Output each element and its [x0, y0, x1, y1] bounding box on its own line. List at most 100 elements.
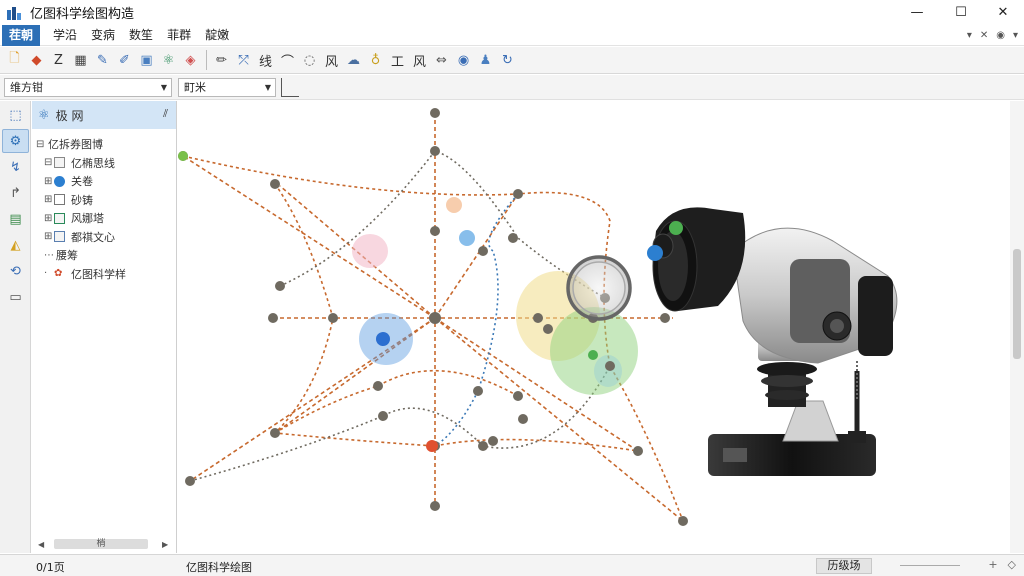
drawing-canvas[interactable]: [178, 101, 1024, 553]
font-family-select[interactable]: 维方钳 ▼: [4, 78, 172, 97]
pin-icon[interactable]: ⫽: [163, 107, 168, 121]
format-bar: 维方钳 ▼ 町米 ▼: [0, 75, 1024, 100]
close-button[interactable]: ✕: [982, 0, 1024, 25]
figure-icon[interactable]: ♟: [475, 50, 496, 71]
node-dot: [430, 146, 440, 156]
minimize-button[interactable]: —: [896, 0, 938, 25]
line-icon[interactable]: 线: [255, 50, 276, 71]
menu-item-2[interactable]: 学沿: [46, 25, 84, 46]
select-icon[interactable]: ⬚: [2, 103, 29, 127]
tree-item[interactable]: ⊞ 都祺文心: [32, 228, 176, 247]
frame-icon[interactable]: ▭: [2, 285, 29, 309]
expander-icon[interactable]: ⊞: [44, 231, 54, 242]
grid-icon[interactable]: ▦: [70, 50, 91, 71]
page-indicator: 0/1页: [36, 561, 65, 574]
mdi-dropdown-icon[interactable]: ▾: [967, 30, 972, 41]
node-dot: [426, 440, 438, 452]
connection-line: [434, 193, 519, 319]
node-dot: [268, 313, 278, 323]
shape-icon[interactable]: ◆: [26, 50, 47, 71]
expander-icon[interactable]: ·: [44, 268, 54, 279]
brush-icon[interactable]: ✏: [211, 50, 232, 71]
tree-item[interactable]: · ✿ 亿图科学样: [32, 265, 176, 284]
node-dot: [508, 233, 518, 243]
node-dot: [533, 313, 543, 323]
color-blob: [459, 230, 475, 246]
color-blob: [352, 234, 388, 268]
mdi-help-icon[interactable]: ◉: [996, 30, 1005, 41]
expander-icon[interactable]: ⊟: [44, 157, 54, 168]
edit-icon[interactable]: ✐: [114, 50, 135, 71]
wind-icon[interactable]: 风: [321, 50, 342, 71]
scroll-thumb[interactable]: 梢: [54, 539, 148, 549]
chevron-down-icon: ▼: [264, 83, 271, 92]
molecule-icon: ⚛: [38, 107, 50, 123]
zoom-slider[interactable]: [900, 565, 960, 566]
expander-icon[interactable]: ⊞: [44, 176, 54, 187]
cloud-icon[interactable]: ☁: [343, 50, 364, 71]
rotate-icon[interactable]: ↻: [497, 50, 518, 71]
layers-icon[interactable]: ◉: [453, 50, 474, 71]
box-icon[interactable]: ◈: [180, 50, 201, 71]
align-icon[interactable]: 风: [409, 50, 430, 71]
molecule-icon[interactable]: ⚙: [2, 129, 29, 153]
refresh-icon[interactable]: ⟲: [2, 259, 29, 283]
dna-icon[interactable]: ⚛: [158, 50, 179, 71]
scroll-left-icon[interactable]: ◀: [38, 540, 44, 549]
tree-item[interactable]: ⊞ 风娜塔: [32, 209, 176, 228]
expander-icon[interactable]: ⊞: [44, 194, 54, 205]
font-size-select[interactable]: 町米 ▼: [178, 78, 276, 97]
mdi-more-icon[interactable]: ▾: [1013, 30, 1018, 41]
text-style-icon[interactable]: Z: [48, 50, 69, 71]
expander-icon[interactable]: ⊞: [44, 213, 54, 224]
image-icon[interactable]: ▣: [136, 50, 157, 71]
panel-h-scrollbar[interactable]: ◀ 梢 ▶: [32, 537, 176, 551]
node-dot: [633, 446, 643, 456]
status-bar: 0/1页 亿图科学绘图 历级场 + ◇: [0, 554, 1024, 576]
node-dot: [588, 350, 598, 360]
text-cursor: [281, 78, 282, 97]
tree-item[interactable]: ⊟ 亿椭思线: [32, 154, 176, 173]
connect-icon[interactable]: ⤱: [233, 50, 254, 71]
tree-item[interactable]: ⊞ 关卷: [32, 172, 176, 191]
main-toolbar: 🗋 ◆ Z ▦ ✎ ✐ ▣ ⚛ ◈ ✏ ⤱ 线 ⌒ ◌ 风 ☁ ♁ 工风 ⇔ ◉ ♟ ↻: [0, 47, 1024, 74]
route-icon[interactable]: ↱: [2, 181, 29, 205]
shape-outline-icon[interactable]: ◌: [299, 50, 320, 71]
layers-panel: ⚛ 极 网 ⫽ ⊟ 亿拆券图博 ⊟ 亿椭思线 ⊞ 关卷 ⊞ 砂铸 ⊞ 风娜塔 ⊞ 都祺文心 ⋯ 腰筹 · ✿ 亿…: [32, 101, 177, 553]
maximize-button[interactable]: ☐: [940, 0, 982, 25]
new-file-icon[interactable]: 🗋: [4, 50, 25, 71]
expander-icon[interactable]: ⊟: [36, 139, 46, 150]
tree-item[interactable]: ⋯ 腰筹: [32, 246, 176, 265]
fit-icon[interactable]: ◇: [1008, 558, 1016, 571]
tree-item[interactable]: ⊟ 亿拆券图博: [32, 135, 176, 154]
mdi-close-icon[interactable]: ✕: [980, 30, 988, 41]
circle-icon: [54, 175, 65, 187]
v-scroll-thumb[interactable]: [1013, 249, 1021, 359]
node-dot: [430, 226, 440, 236]
tree-item[interactable]: ⊞ 砂铸: [32, 191, 176, 210]
panel-title: 极 网: [55, 108, 84, 123]
canvas-v-scrollbar[interactable]: [1010, 101, 1024, 553]
menu-item-5[interactable]: 菲群: [160, 25, 198, 46]
expander-icon[interactable]: ⋯: [44, 250, 54, 261]
flip-icon[interactable]: ⇔: [431, 50, 452, 71]
curve-icon[interactable]: ⌒: [277, 50, 298, 71]
color-blob: [594, 355, 622, 387]
title-bar: 亿图科学绘图构造 — ☐ ✕: [0, 0, 1024, 25]
node-dot: [543, 324, 553, 334]
menu-item-3[interactable]: 变病: [84, 25, 122, 46]
zoom-in-icon[interactable]: +: [988, 558, 997, 571]
pen-icon[interactable]: ✎: [92, 50, 113, 71]
connector-icon[interactable]: ↯: [2, 155, 29, 179]
menu-item-6[interactable]: 靛嫩: [198, 25, 236, 46]
node-dot: [328, 313, 338, 323]
menu-item-file[interactable]: 茬朝: [2, 24, 41, 46]
panel-header: ⚛ 极 网 ⫽: [32, 101, 176, 129]
bulb-icon[interactable]: ♁: [365, 50, 386, 71]
scroll-right-icon[interactable]: ▶: [162, 540, 168, 549]
fill-icon[interactable]: ◭: [2, 233, 29, 257]
table-icon[interactable]: 工: [387, 50, 408, 71]
status-badge[interactable]: 历级场: [816, 558, 872, 574]
layout-icon[interactable]: ▤: [2, 207, 29, 231]
menu-item-4[interactable]: 数笙: [122, 25, 160, 46]
